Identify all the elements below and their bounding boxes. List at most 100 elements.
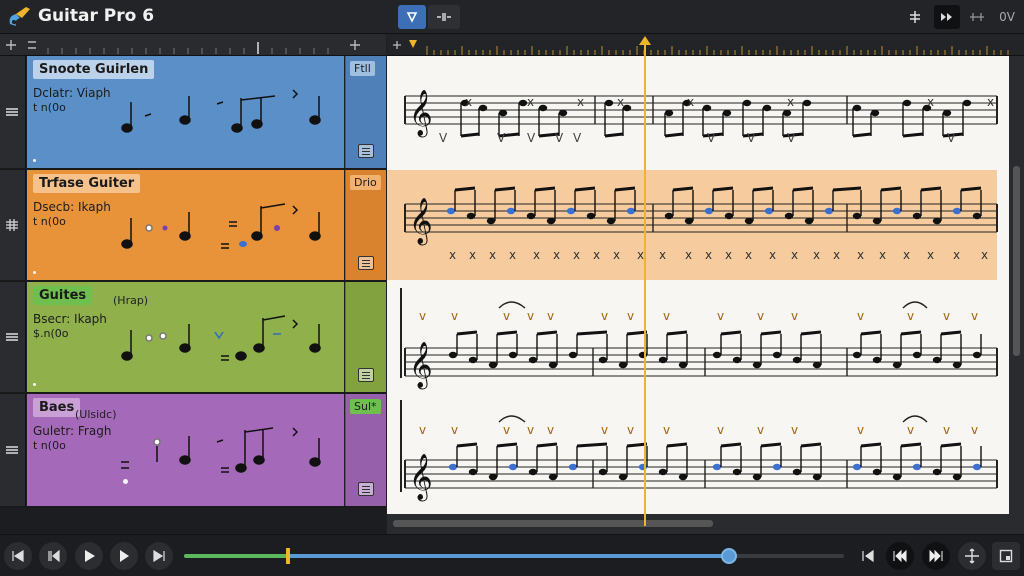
svg-text:v: v [857, 309, 864, 323]
svg-text:x: x [769, 248, 776, 262]
rewind-button[interactable] [886, 542, 914, 570]
svg-text:x: x [509, 248, 516, 262]
svg-text:x: x [981, 248, 988, 262]
pointer-tool-button[interactable] [398, 5, 426, 29]
track-1-drag-handle[interactable] [0, 56, 26, 168]
score-vertical-scroll-thumb[interactable] [1013, 166, 1020, 356]
svg-text:V: V [707, 131, 716, 145]
drag-handle-icon [6, 333, 18, 341]
track-4-tag[interactable]: Sul* [350, 399, 381, 414]
track-3-menu-button[interactable] [358, 368, 374, 382]
svg-text:𝄞: 𝄞 [409, 90, 433, 138]
track-3-status-dot [33, 383, 36, 386]
rewind-icon [893, 550, 907, 562]
svg-text:x: x [533, 248, 540, 262]
track-panel-footer [0, 508, 386, 534]
track-2-body: Trfase Guiter Dsecb: Ikaph t n(0o [27, 170, 344, 280]
svg-text:v: v [857, 423, 864, 437]
timeline-position-knob[interactable] [721, 548, 737, 564]
score-vertical-scrollbar[interactable] [1009, 56, 1024, 514]
svg-text:x: x [987, 95, 994, 109]
app-title: Guitar Pro 6 [38, 6, 155, 26]
svg-text:x: x [927, 248, 934, 262]
track-1-tag[interactable]: Ftll [350, 61, 375, 76]
score-notation[interactable]: 𝄞V V V V V V V V Vx x x x x x x x𝄞x x x x x x x x x x x x x x x x x x x x x… [387, 56, 1009, 514]
ruler-ticks [6, 40, 360, 54]
track-3[interactable]: Guites (Hrap) Bsecr: Ikaph $.n(0o [0, 282, 386, 394]
score-horizontal-scrollbar[interactable] [387, 514, 1024, 534]
svg-text:x: x [553, 248, 560, 262]
drag-handle-icon [6, 446, 18, 454]
playback-cursor[interactable] [644, 42, 646, 526]
track-4-drag-handle[interactable] [0, 394, 26, 506]
track-4-name[interactable]: Baes [33, 398, 81, 417]
play-button[interactable] [75, 542, 103, 570]
svg-text:v: v [757, 423, 764, 437]
svg-text:v: v [663, 309, 670, 323]
fast-forward-icon [941, 13, 952, 21]
svg-text:V: V [439, 131, 448, 145]
svg-text:𝄞: 𝄞 [409, 454, 433, 502]
track-2[interactable]: Trfase Guiter Dsecb: Ikaph t n(0o Drio [0, 170, 386, 282]
svg-text:v: v [503, 309, 510, 323]
title-bar: Guitar Pro 6 0V [0, 0, 1024, 34]
track-1[interactable]: Snoote Guirlen Dclatr: Viaph t n(0o Ftll [0, 56, 386, 170]
svg-text:x: x [527, 95, 534, 109]
svg-text:v: v [971, 309, 978, 323]
track-3-info: Bsecr: Ikaph [33, 312, 107, 326]
output-level-label: 0V [999, 10, 1015, 24]
svg-text:v: v [717, 423, 724, 437]
score-page[interactable]: 𝄞 V V V V V V V V Vx x x x x x x x 𝄞 x x x x x x x x x x x x x x x x x x x x x… [387, 56, 1009, 514]
track-2-drag-handle[interactable] [0, 170, 26, 280]
score-horizontal-scroll-thumb[interactable] [393, 520, 713, 527]
speed-trainer-button[interactable] [958, 542, 986, 570]
playback-mode-button[interactable] [934, 5, 960, 29]
track-3-body: Guites (Hrap) Bsecr: Ikaph $.n(0o [27, 282, 344, 392]
track-3-preview-notes [121, 315, 321, 361]
fast-forward-button[interactable] [922, 542, 950, 570]
play-from-cursor-button[interactable] [110, 542, 138, 570]
svg-text:v: v [627, 423, 634, 437]
track-1-menu-button[interactable] [358, 144, 374, 158]
timeline-progress [288, 554, 728, 558]
track-4-body: Baes (Ulsidc) Guletr: Fragh t n(0o [27, 394, 344, 506]
go-to-start-button[interactable] [4, 542, 32, 570]
previous-section-button[interactable] [854, 542, 882, 570]
playback-timeline[interactable] [184, 548, 844, 564]
svg-text:V: V [787, 131, 796, 145]
mixer-button[interactable] [903, 5, 927, 29]
svg-text:x: x [725, 248, 732, 262]
track-3-drag-handle[interactable] [0, 282, 26, 392]
svg-text:x: x [449, 248, 456, 262]
svg-text:V: V [497, 131, 506, 145]
loop-tool-button[interactable] [428, 5, 460, 29]
track-2-name[interactable]: Trfase Guiter [33, 174, 141, 193]
track-2-tag[interactable]: Drio [350, 175, 381, 190]
svg-text:x: x [465, 95, 472, 109]
track-4-tuning: t n(0o [33, 439, 66, 452]
svg-text:v: v [791, 423, 798, 437]
go-to-end-button[interactable] [145, 542, 173, 570]
track-4-menu-button[interactable] [358, 482, 374, 496]
track-2-side: Drio [345, 170, 386, 280]
svg-text:v: v [419, 309, 426, 323]
svg-text:x: x [857, 248, 864, 262]
guitar-pro-logo-icon [6, 4, 34, 30]
svg-text:v: v [527, 309, 534, 323]
fullscreen-button[interactable] [992, 542, 1020, 570]
metronome-button[interactable] [965, 5, 989, 29]
track-4[interactable]: Baes (Ulsidc) Guletr: Fragh t n(0o Sul* [0, 394, 386, 508]
track-3-name[interactable]: Guites [33, 286, 93, 305]
playback-cursor-head-icon[interactable] [639, 36, 651, 45]
score-ruler[interactable] [387, 34, 1024, 56]
svg-text:x: x [469, 248, 476, 262]
timeline-start-marker[interactable] [286, 548, 290, 564]
previous-bar-button[interactable] [39, 542, 67, 570]
track-1-name[interactable]: Snoote Guirlen [33, 60, 155, 79]
svg-text:v: v [943, 423, 950, 437]
svg-text:v: v [601, 423, 608, 437]
svg-text:x: x [573, 248, 580, 262]
track-2-menu-button[interactable] [358, 256, 374, 270]
svg-text:x: x [659, 248, 666, 262]
track-2-preview-notes [121, 203, 321, 249]
